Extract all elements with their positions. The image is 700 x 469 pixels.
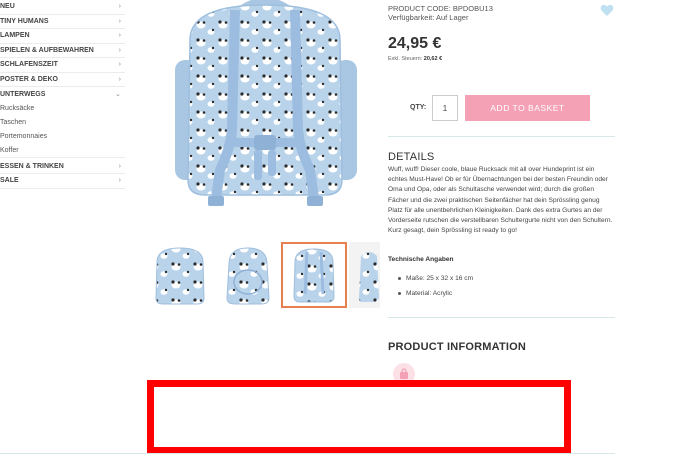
- product-price: 24,95 €: [388, 35, 442, 52]
- sidebar-item-spielen[interactable]: SPIELEN & AUFBEWAHREN ›: [0, 44, 125, 58]
- sidebar-item-label: NEU: [0, 3, 15, 11]
- quantity-input[interactable]: 1: [432, 95, 458, 121]
- excl-tax-value: 20,62 €: [423, 56, 443, 62]
- sidebar-item-neu[interactable]: NEU ›: [0, 0, 125, 15]
- chevron-right-icon: ›: [118, 17, 121, 25]
- sidebar-item-poster[interactable]: POSTER & DEKO ›: [0, 73, 125, 87]
- sidebar-item-label: SPIELEN & AUFBEWAHREN: [0, 46, 94, 54]
- thumbnail-1[interactable]: [147, 242, 213, 308]
- product-description: Wuff, wuff! Dieser coole, blaue Rucksack…: [388, 166, 613, 235]
- chevron-right-icon: ›: [118, 75, 121, 83]
- sidebar-item-label: ESSEN & TRINKEN: [0, 162, 64, 170]
- sidebar-subitem-rucksaecke[interactable]: Rucksäcke: [0, 102, 125, 116]
- product-thumbnails: [147, 242, 380, 310]
- sidebar-item-label: SCHLAFENSZEIT: [0, 61, 58, 69]
- excl-tax-label: Exkl. Steuern:: [388, 56, 423, 62]
- chevron-right-icon: ›: [118, 3, 121, 11]
- chevron-down-icon: ⌄: [115, 91, 121, 99]
- highlight-box: [147, 380, 571, 454]
- availability-text: Verfügbarkeit: Auf Lager: [388, 13, 469, 22]
- thumbnail-3-active[interactable]: [281, 242, 347, 308]
- details-heading: DETAILS: [388, 151, 435, 163]
- sidebar-item-label: SALE: [0, 177, 19, 185]
- tech-specs-title: Technische Angaben: [388, 256, 454, 263]
- sidebar-subitem-portemonnaies[interactable]: Portemonnaies: [0, 130, 125, 144]
- chevron-right-icon: ›: [118, 32, 121, 40]
- chevron-right-icon: ›: [118, 61, 121, 69]
- sidebar-item-schlafenszeit[interactable]: SCHLAFENSZEIT ›: [0, 58, 125, 73]
- sidebar-subitem-taschen[interactable]: Taschen: [0, 116, 125, 130]
- spec-list: Maße: 25 x 32 x 16 cm Material: Acrylic: [398, 275, 473, 305]
- sidebar-item-label: TINY HUMANS: [0, 17, 49, 25]
- sidebar-subitem-koffer[interactable]: Koffer: [0, 144, 125, 158]
- sidebar-item-label: UNTERWEGS: [0, 90, 46, 98]
- price-excl-tax: Exkl. Steuern: 20,62 €: [388, 56, 442, 62]
- heart-icon[interactable]: [600, 4, 614, 22]
- chevron-right-icon: ›: [118, 46, 121, 54]
- sidebar-item-label: LAMPEN: [0, 32, 30, 40]
- thumbnail-4[interactable]: [349, 242, 380, 308]
- sidebar-item-unterwegs[interactable]: UNTERWEGS ⌄: [0, 87, 125, 102]
- sidebar-item-label: POSTER & DEKO: [0, 75, 58, 83]
- bottom-divider: [0, 453, 615, 454]
- sidebar-item-sale[interactable]: SALE ›: [0, 174, 125, 189]
- thumbnail-2[interactable]: [215, 242, 281, 308]
- add-to-basket-button[interactable]: ADD TO BASKET: [465, 95, 590, 121]
- product-information-heading: PRODUCT INFORMATION: [388, 341, 527, 353]
- product-code: PRODUCT CODE: BPDOBU13: [388, 4, 493, 13]
- sidebar-item-essen[interactable]: ESSEN & TRINKEN ›: [0, 160, 125, 174]
- spec-item-dimensions: Maße: 25 x 32 x 16 cm: [398, 275, 473, 290]
- chevron-right-icon: ›: [118, 177, 121, 185]
- divider: [388, 317, 615, 318]
- chevron-right-icon: ›: [118, 162, 121, 170]
- spec-item-material: Material: Acrylic: [398, 290, 473, 305]
- sidebar-item-lampen[interactable]: LAMPEN ›: [0, 29, 125, 44]
- sidebar-item-tiny-humans[interactable]: TINY HUMANS ›: [0, 15, 125, 29]
- divider: [388, 136, 615, 137]
- category-sidebar: NEU › TINY HUMANS › LAMPEN › SPIELEN & AUFB…: [0, 0, 125, 189]
- qty-label: QTY:: [410, 104, 427, 111]
- product-main-image[interactable]: [150, 0, 380, 232]
